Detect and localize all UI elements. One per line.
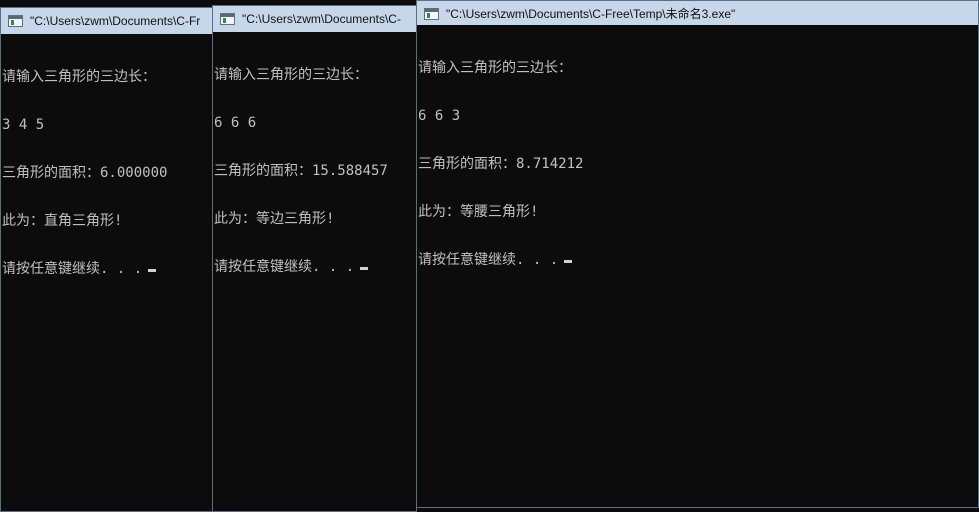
console-window-icon xyxy=(220,13,235,25)
continue-prompt-text: 请按任意键继续. . . xyxy=(214,259,355,275)
continue-prompt-text: 请按任意键继续. . . xyxy=(2,261,143,277)
input-line: 3 4 5 xyxy=(2,117,45,133)
titlebar-2[interactable]: "C:\Users\zwm\Documents\C- xyxy=(213,6,416,32)
text-cursor-icon xyxy=(148,269,157,272)
area-result-line: 三角形的面积：8.714212 xyxy=(418,156,584,172)
continue-prompt-row: 请按任意键继续. . . xyxy=(2,261,167,277)
console-window-icon xyxy=(8,15,23,27)
console-window-icon xyxy=(424,8,439,20)
triangle-type-line: 此为：等腰三角形! xyxy=(418,204,539,220)
area-result-line: 三角形的面积：6.000000 xyxy=(2,165,168,181)
window-title: "C:\Users\zwm\Documents\C- xyxy=(242,12,401,26)
continue-prompt-row: 请按任意键继续. . . xyxy=(214,259,388,275)
triangle-type-line: 此为：等边三角形! xyxy=(214,211,335,227)
console-lines: 请输入三角形的三边长： 6 6 3 三角形的面积：8.714212 此为：等腰三… xyxy=(418,28,583,300)
area-result-line: 三角形的面积：15.588457 xyxy=(214,163,388,179)
input-line: 6 6 3 xyxy=(418,108,461,124)
text-cursor-icon xyxy=(564,260,573,263)
console-window-3[interactable]: "C:\Users\zwm\Documents\C-Free\Temp\未命名3… xyxy=(416,0,979,508)
triangle-type-line: 此为：直角三角形! xyxy=(2,213,123,229)
console-window-2[interactable]: "C:\Users\zwm\Documents\C- 请输入三角形的三边长： 6… xyxy=(212,5,417,512)
console-output-area[interactable]: 请输入三角形的三边长： 6 6 3 三角形的面积：8.714212 此为：等腰三… xyxy=(417,25,978,507)
console-output-area[interactable]: 请输入三角形的三边长： 6 6 6 三角形的面积：15.588457 此为：等边… xyxy=(213,32,416,511)
text-cursor-icon xyxy=(360,267,369,270)
prompt-line: 请输入三角形的三边长： xyxy=(2,69,156,85)
prompt-line: 请输入三角形的三边长： xyxy=(418,60,572,76)
continue-prompt-row: 请按任意键继续. . . xyxy=(418,252,583,268)
prompt-line: 请输入三角形的三边长： xyxy=(214,67,368,83)
window-title: "C:\Users\zwm\Documents\C-Free\Temp\未命名3… xyxy=(446,7,736,21)
window-title: "C:\Users\zwm\Documents\C-Fr xyxy=(30,14,201,28)
titlebar-3[interactable]: "C:\Users\zwm\Documents\C-Free\Temp\未命名3… xyxy=(417,1,978,27)
console-window-1[interactable]: "C:\Users\zwm\Documents\C-Fr 请输入三角形的三边长：… xyxy=(0,7,213,512)
console-lines: 请输入三角形的三边长： 3 4 5 三角形的面积：6.000000 此为：直角三… xyxy=(2,37,167,309)
input-line: 6 6 6 xyxy=(214,115,257,131)
continue-prompt-text: 请按任意键继续. . . xyxy=(418,252,559,268)
titlebar-1[interactable]: "C:\Users\zwm\Documents\C-Fr xyxy=(1,8,212,34)
console-lines: 请输入三角形的三边长： 6 6 6 三角形的面积：15.588457 此为：等边… xyxy=(214,35,388,307)
console-output-area[interactable]: 请输入三角形的三边长： 3 4 5 三角形的面积：6.000000 此为：直角三… xyxy=(1,34,212,511)
